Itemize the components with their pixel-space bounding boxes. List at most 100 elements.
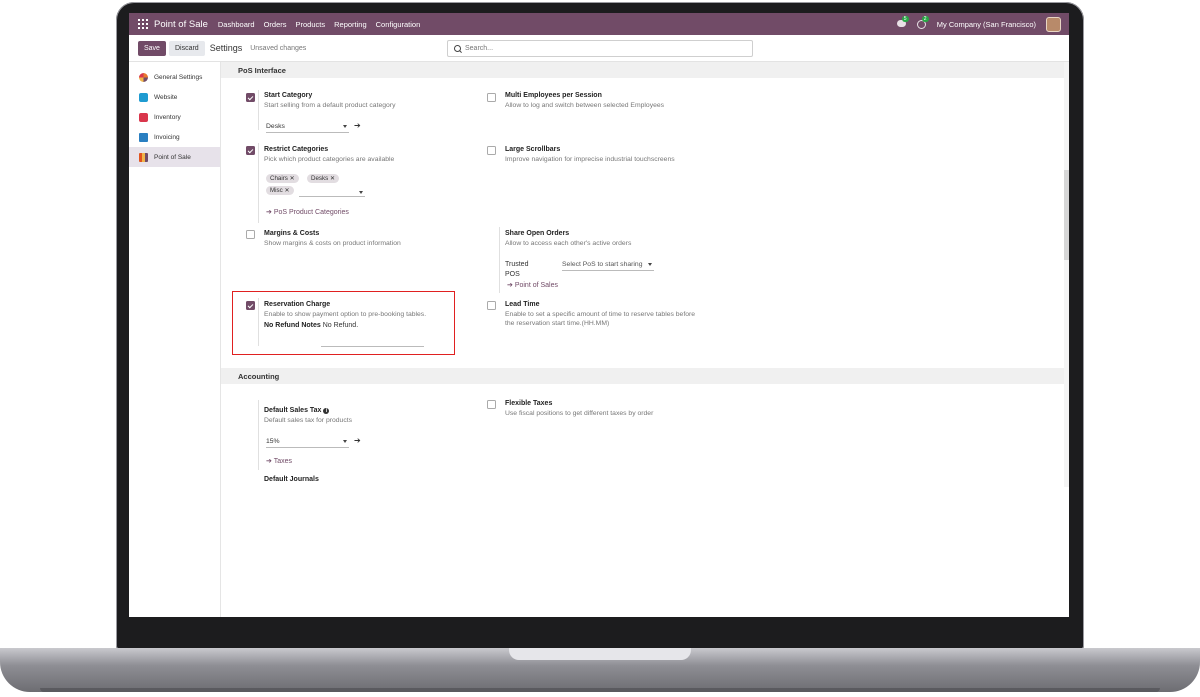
menu-orders[interactable]: Orders bbox=[264, 20, 287, 29]
section-header: PoS Interface bbox=[221, 62, 1069, 78]
tag-label: Desks bbox=[311, 175, 329, 182]
menu-products[interactable]: Products bbox=[296, 20, 326, 29]
start-category-setting: Start Category Start selling from a defa… bbox=[264, 92, 395, 109]
invoicing-icon bbox=[139, 132, 148, 142]
setting-title: Margins & Costs bbox=[264, 230, 320, 237]
app-screen: Point of Sale Dashboard Orders Products … bbox=[129, 13, 1069, 617]
setting-description: Use fiscal positions to get different ta… bbox=[505, 410, 654, 417]
messages-count: 5 bbox=[901, 15, 909, 22]
sidebar-item-point-of-sale[interactable]: Point of Sale bbox=[129, 147, 220, 167]
setting-description: Show margins & costs on product informat… bbox=[264, 240, 401, 247]
restrict-categories-checkbox[interactable] bbox=[246, 146, 255, 155]
start-category-select[interactable]: Desks bbox=[266, 123, 349, 133]
reservation-charge-checkbox[interactable] bbox=[246, 301, 255, 310]
unsaved-status: Unsaved changes bbox=[250, 44, 307, 52]
setting-title: Share Open Orders bbox=[505, 230, 570, 237]
category-tag[interactable]: Chairs ✕ bbox=[266, 174, 299, 183]
notes-input-underline[interactable] bbox=[321, 346, 424, 347]
sidebar-item-invoicing[interactable]: Invoicing bbox=[129, 127, 220, 147]
share-open-orders-setting: Share Open Orders Allow to access each o… bbox=[505, 230, 631, 247]
setting-title: Default Sales Tax bbox=[264, 407, 322, 414]
sidebar-item-website[interactable]: Website bbox=[129, 87, 220, 107]
setting-title: Default Journals bbox=[264, 476, 319, 483]
messages-icon[interactable]: 5 bbox=[896, 15, 909, 29]
chevron-down-icon bbox=[343, 440, 347, 443]
multi-employees-setting: Multi Employees per Session Allow to log… bbox=[505, 92, 664, 109]
sidebar-item-inventory[interactable]: Inventory bbox=[129, 107, 220, 127]
default-journals-setting: Default Journals bbox=[264, 476, 319, 483]
external-link-arrow-icon[interactable]: ➔ bbox=[354, 121, 361, 130]
inventory-icon bbox=[139, 112, 148, 122]
sidebar-item-label: Inventory bbox=[154, 113, 181, 121]
category-tag[interactable]: Desks ✕ bbox=[307, 174, 340, 183]
share-pos-select[interactable]: Select PoS to start sharing bbox=[562, 261, 654, 271]
point-of-sales-link[interactable]: ➔ Point of Sales bbox=[507, 281, 558, 289]
lead-time-setting: Lead Time Enable to set a specific amoun… bbox=[505, 301, 695, 327]
notes-value[interactable]: No Refund. bbox=[323, 322, 358, 329]
search-input[interactable]: Search... bbox=[447, 40, 753, 57]
scrollbar-thumb[interactable] bbox=[1064, 170, 1069, 260]
discard-button[interactable]: Discard bbox=[168, 40, 205, 56]
remove-tag-icon[interactable]: ✕ bbox=[290, 175, 295, 182]
lead-time-checkbox[interactable] bbox=[487, 301, 496, 310]
menu-reporting[interactable]: Reporting bbox=[334, 20, 367, 29]
activities-count: 2 bbox=[921, 15, 929, 22]
setting-title: Restrict Categories bbox=[264, 146, 329, 153]
pos-label: POS bbox=[505, 271, 520, 278]
large-scrollbars-checkbox[interactable] bbox=[487, 146, 496, 155]
setting-description: Improve navigation for imprecise industr… bbox=[505, 156, 675, 163]
save-button[interactable]: Save bbox=[138, 40, 166, 56]
default-sales-tax-setting: Default Sales Tax i Default sales tax fo… bbox=[264, 407, 352, 424]
categories-select[interactable] bbox=[299, 189, 365, 197]
setting-description: Start selling from a default product cat… bbox=[264, 102, 396, 109]
setting-description: Enable to set a specific amount of time … bbox=[505, 311, 696, 318]
trusted-pos-label: Trusted POS bbox=[505, 260, 528, 280]
setting-title: Start Category bbox=[264, 92, 313, 99]
remove-tag-icon[interactable]: ✕ bbox=[284, 187, 289, 194]
setting-title: Reservation Charge bbox=[264, 301, 331, 308]
menu-dashboard[interactable]: Dashboard bbox=[218, 20, 255, 29]
laptop-base-edge bbox=[40, 688, 1160, 692]
flexible-taxes-checkbox[interactable] bbox=[487, 400, 496, 409]
taxes-link[interactable]: ➔ Taxes bbox=[266, 457, 292, 465]
scrollbar[interactable] bbox=[1064, 62, 1069, 487]
sidebar-item-label: Website bbox=[154, 93, 178, 101]
remove-tag-icon[interactable]: ✕ bbox=[330, 175, 335, 182]
setting-description: Allow to access each other's active orde… bbox=[505, 240, 632, 247]
default-sales-tax-select[interactable]: 15% bbox=[266, 438, 349, 448]
setting-title: Flexible Taxes bbox=[505, 400, 553, 407]
trusted-label: Trusted bbox=[505, 261, 529, 268]
category-tag[interactable]: Misc ✕ bbox=[266, 186, 294, 195]
app-name[interactable]: Point of Sale bbox=[154, 19, 208, 30]
setting-title: Multi Employees per Session bbox=[505, 92, 602, 99]
top-navbar: Point of Sale Dashboard Orders Products … bbox=[129, 13, 1069, 35]
restrict-categories-setting: Restrict Categories Pick which product c… bbox=[264, 146, 394, 163]
settings-sidebar: General Settings Website Inventory Invoi… bbox=[129, 62, 221, 617]
external-link-arrow-icon[interactable]: ➔ bbox=[354, 436, 361, 445]
start-category-checkbox[interactable] bbox=[246, 93, 255, 102]
link-label: Taxes bbox=[273, 458, 292, 465]
start-category-value: Desks bbox=[266, 123, 285, 130]
activities-icon[interactable]: 2 bbox=[916, 15, 929, 29]
margins-costs-checkbox[interactable] bbox=[246, 230, 255, 239]
sidebar-item-label: General Settings bbox=[154, 73, 203, 81]
flexible-taxes-setting: Flexible Taxes Use fiscal positions to g… bbox=[505, 400, 653, 417]
multi-employees-checkbox[interactable] bbox=[487, 93, 496, 102]
setting-title: Large Scrollbars bbox=[505, 146, 561, 153]
select-placeholder: Select PoS to start sharing bbox=[562, 261, 643, 268]
company-switcher[interactable]: My Company (San Francisco) bbox=[937, 20, 1036, 29]
setting-description: the reservation start time.(HH.MM) bbox=[505, 320, 610, 327]
apps-menu-icon[interactable] bbox=[138, 19, 148, 29]
sales-tax-value: 15% bbox=[266, 438, 280, 445]
tag-label: Misc bbox=[270, 187, 283, 194]
general-settings-icon bbox=[139, 72, 148, 82]
info-icon[interactable]: i bbox=[323, 408, 330, 414]
sidebar-item-general-settings[interactable]: General Settings bbox=[129, 67, 220, 87]
user-avatar[interactable] bbox=[1046, 16, 1061, 32]
menu-configuration[interactable]: Configuration bbox=[376, 20, 421, 29]
setting-description: Default sales tax for products bbox=[264, 417, 353, 424]
search-placeholder: Search... bbox=[465, 45, 494, 52]
pos-product-categories-link[interactable]: ➔ PoS Product Categories bbox=[266, 208, 349, 216]
setting-title: Lead Time bbox=[505, 301, 540, 308]
chevron-down-icon bbox=[343, 125, 347, 128]
